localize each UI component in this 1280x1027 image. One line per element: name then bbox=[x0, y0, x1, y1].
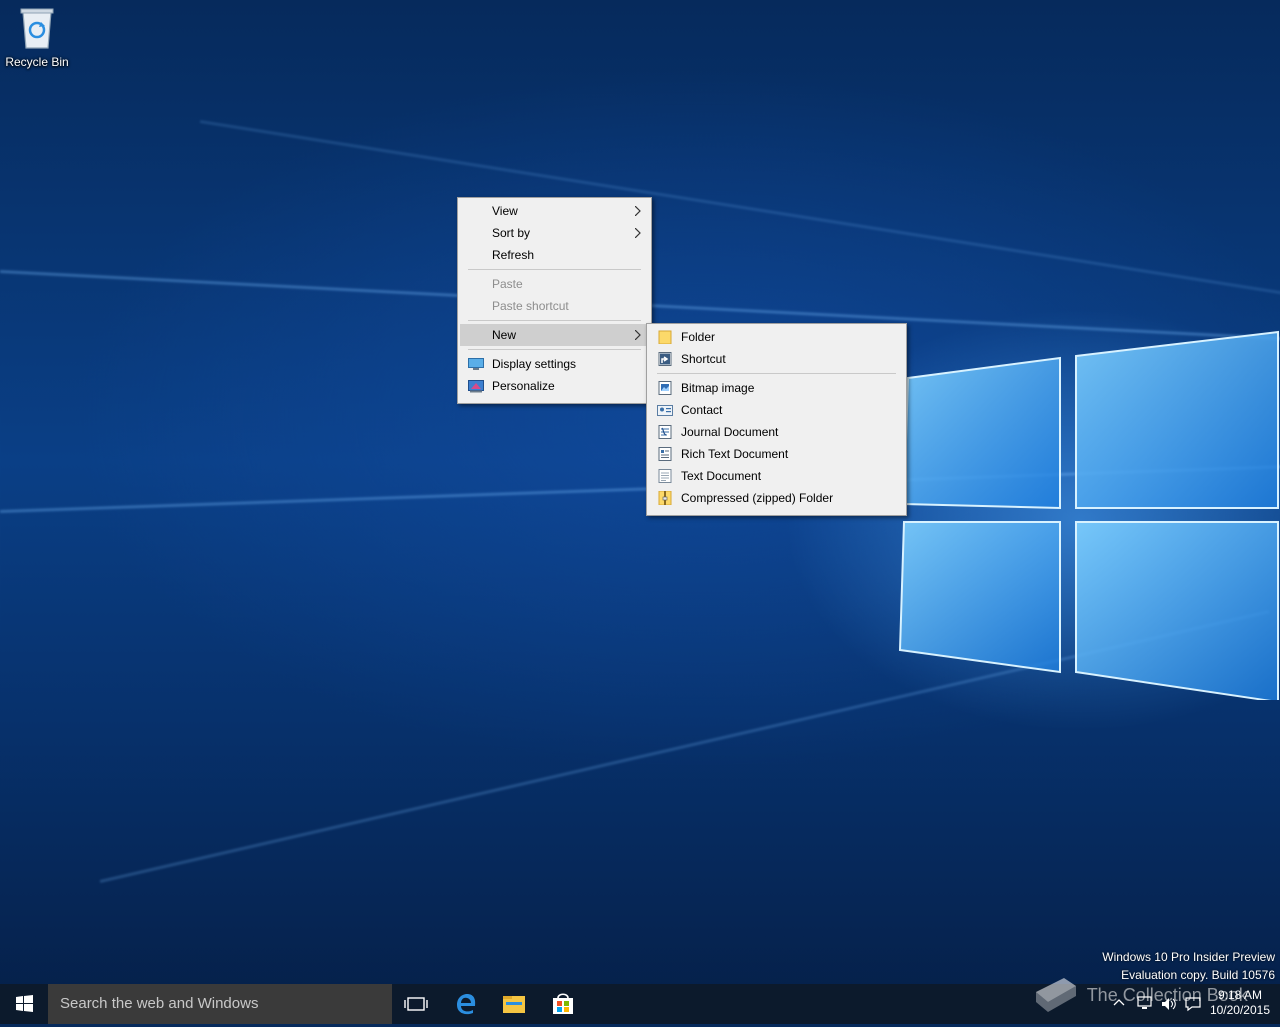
menu-item-label: Paste bbox=[492, 277, 523, 291]
taskbar-search-input[interactable]: Search the web and Windows bbox=[48, 984, 392, 1024]
personalize-icon bbox=[468, 380, 484, 393]
recycle-bin-desktop-icon[interactable]: Recycle Bin bbox=[4, 6, 70, 69]
store-button[interactable] bbox=[539, 984, 587, 1024]
menu-item-label: Refresh bbox=[492, 248, 535, 262]
edge-browser-button[interactable] bbox=[442, 984, 490, 1024]
submenu-item-label: Text Document bbox=[681, 469, 762, 483]
file-explorer-button[interactable] bbox=[490, 984, 538, 1024]
menu-item-label: Personalize bbox=[492, 379, 555, 393]
site-watermark: The Collection Book bbox=[1030, 972, 1248, 1020]
edge-icon bbox=[457, 994, 476, 1015]
windows-logo-wallpaper bbox=[898, 330, 1279, 700]
shortcut-icon bbox=[658, 352, 672, 366]
menu-separator bbox=[468, 320, 641, 321]
menu-item-paste[interactable]: Paste bbox=[460, 273, 649, 295]
edition-line-1: Windows 10 Pro Insider Preview bbox=[1102, 950, 1275, 964]
display-settings-icon bbox=[468, 358, 484, 370]
journal-icon bbox=[658, 425, 672, 439]
menu-item-personalize[interactable]: Personalize bbox=[460, 375, 649, 397]
zip-folder-icon bbox=[658, 491, 672, 505]
menu-item-refresh[interactable]: Refresh bbox=[460, 244, 649, 266]
task-view-button[interactable] bbox=[392, 984, 440, 1024]
submenu-item-rich-text-document[interactable]: Rich Text Document bbox=[649, 443, 904, 465]
book-logo-icon bbox=[1036, 978, 1076, 1012]
contact-icon bbox=[657, 405, 673, 416]
menu-item-label: Display settings bbox=[492, 357, 577, 371]
chevron-right-icon bbox=[635, 330, 641, 340]
new-submenu: Folder Shortcut Bitmap image Contact Jou… bbox=[646, 323, 907, 516]
store-icon bbox=[553, 993, 573, 1014]
submenu-item-label: Contact bbox=[681, 403, 723, 417]
menu-item-view[interactable]: View bbox=[460, 200, 649, 222]
submenu-item-label: Bitmap image bbox=[681, 381, 755, 395]
watermark-text: The Collection Book bbox=[1086, 984, 1248, 1005]
rich-text-icon bbox=[658, 447, 672, 461]
submenu-item-journal-document[interactable]: Journal Document bbox=[649, 421, 904, 443]
menu-item-label: Sort by bbox=[492, 226, 531, 240]
chevron-right-icon bbox=[635, 206, 641, 216]
desktop-context-menu: View Sort by Refresh Paste Paste shortcu… bbox=[457, 197, 652, 404]
submenu-item-shortcut[interactable]: Shortcut bbox=[649, 348, 904, 370]
folder-icon bbox=[658, 330, 672, 344]
text-document-icon bbox=[658, 469, 672, 483]
wallpaper-beam bbox=[199, 120, 1280, 296]
chevron-right-icon bbox=[635, 228, 641, 238]
submenu-item-label: Shortcut bbox=[681, 352, 726, 366]
submenu-item-folder[interactable]: Folder bbox=[649, 326, 904, 348]
menu-item-label: Paste shortcut bbox=[492, 299, 569, 313]
menu-item-paste-shortcut[interactable]: Paste shortcut bbox=[460, 295, 649, 317]
submenu-item-compressed-folder[interactable]: Compressed (zipped) Folder bbox=[649, 487, 904, 509]
submenu-item-label: Compressed (zipped) Folder bbox=[681, 491, 834, 505]
menu-item-label: New bbox=[492, 328, 517, 342]
menu-separator bbox=[468, 269, 641, 270]
start-button[interactable] bbox=[0, 984, 48, 1024]
submenu-item-label: Journal Document bbox=[681, 425, 779, 439]
windows-start-icon bbox=[16, 995, 33, 1012]
recycle-bin-label: Recycle Bin bbox=[5, 55, 69, 69]
menu-item-sort-by[interactable]: Sort by bbox=[460, 222, 649, 244]
task-view-icon bbox=[404, 997, 428, 1011]
bitmap-icon bbox=[658, 381, 672, 395]
submenu-item-text-document[interactable]: Text Document bbox=[649, 465, 904, 487]
submenu-item-label: Folder bbox=[681, 330, 716, 344]
menu-item-label: View bbox=[492, 204, 518, 218]
recycle-bin-icon bbox=[20, 8, 54, 49]
submenu-item-label: Rich Text Document bbox=[681, 447, 789, 461]
menu-separator bbox=[468, 349, 641, 350]
menu-item-new[interactable]: New bbox=[460, 324, 649, 346]
file-explorer-icon bbox=[503, 996, 525, 1013]
menu-item-display-settings[interactable]: Display settings bbox=[460, 353, 649, 375]
menu-separator bbox=[657, 373, 896, 374]
submenu-item-contact[interactable]: Contact bbox=[649, 399, 904, 421]
submenu-item-bitmap-image[interactable]: Bitmap image bbox=[649, 377, 904, 399]
